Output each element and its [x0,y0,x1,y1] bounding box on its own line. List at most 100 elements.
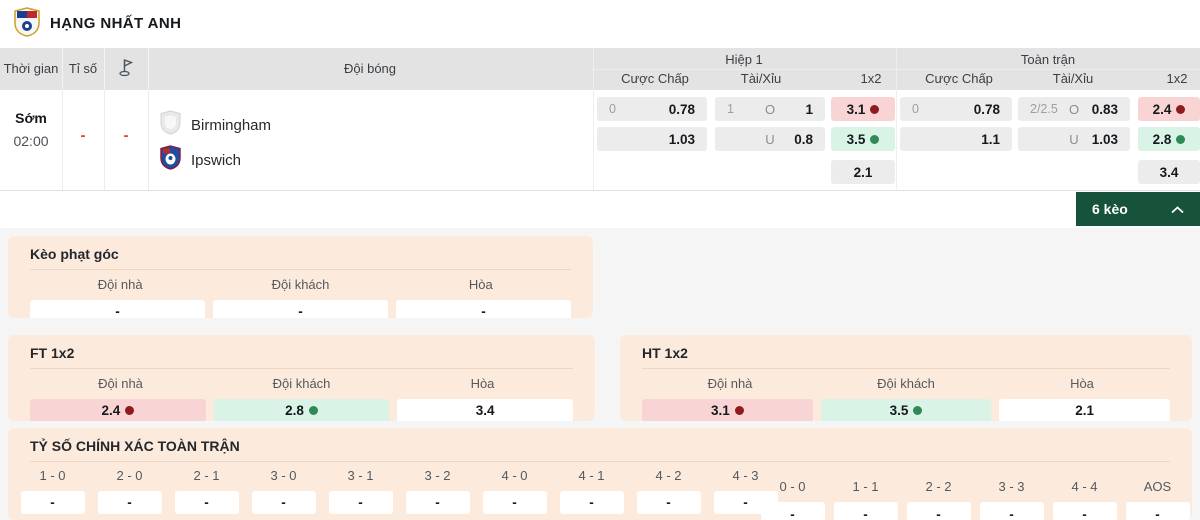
odds-value: - [127,495,132,510]
corners-home-odds[interactable]: - [30,300,205,318]
odds-value: - [1155,506,1160,520]
fh-1x2-home-cell[interactable]: 3.1 [831,97,895,121]
odds-value: - [115,304,120,318]
score-odds[interactable]: - [97,491,162,514]
ft-handicap-home-cell[interactable]: 0 0.78 [900,97,1012,121]
fh-over-cell[interactable]: 1 O 1 [715,97,825,121]
ft-handicap-away-cell[interactable]: 1.1 [900,127,1012,151]
score-column: 4 - 2 - [630,467,707,520]
odds-value: 0.78 [668,101,695,117]
corners-draw-odds[interactable]: - [396,300,571,318]
score-placeholder: - [80,127,86,144]
score-label: 3 - 3 [998,479,1025,494]
ft-under-cell[interactable]: U 1.03 [1018,127,1130,151]
trend-down-dot [870,104,880,114]
score-label: 2 - 0 [116,468,143,483]
ft-away-odds[interactable]: 2.8 [213,399,390,421]
panel-rule [30,269,571,270]
ft-over-cell[interactable]: 2/2.5 O 0.83 [1018,97,1130,121]
subcol-fh-handicap: Cược Chấp [621,71,689,86]
ft-away-header: Đội khách [272,376,331,391]
ht-draw-odds[interactable]: 2.1 [999,399,1171,421]
score-column: 3 - 2 - [399,467,476,520]
score-column: 3 - 3 - [975,478,1048,520]
score-odds[interactable]: - [251,491,316,514]
ft-home-odds[interactable]: 2.4 [30,399,206,421]
score-label: 4 - 1 [578,468,605,483]
odds-value: - [863,506,868,520]
total-line: 2/2.5 [1030,102,1058,116]
corners-panel-title: Kèo phạt góc [30,246,119,262]
score-odds[interactable]: - [482,491,547,514]
ft-1x2-panel: FT 1x2 Đội nhà Đội khách Hòa 2.4 2.8 3.4 [8,335,595,421]
odds-value: 1.03 [668,131,695,147]
odds-value: 3.4 [475,403,495,418]
subcol-fh-over-under: Tài/Xỉu [740,71,782,86]
score-column: 1 - 1 - [829,478,902,520]
score-odds[interactable]: - [833,502,898,520]
score-odds[interactable]: - [1125,502,1190,520]
corner-flag-icon [118,48,135,90]
score-column: 3 - 0 - [245,467,322,520]
divider [62,90,63,190]
ht-away-odds[interactable]: 3.5 [820,399,992,421]
fh-1x2-draw-cell[interactable]: 2.1 [831,160,895,184]
score-odds[interactable]: - [636,491,701,514]
score-odds[interactable]: - [1052,502,1117,520]
league-title: HẠNG NHẤT ANH [50,15,182,32]
divider [593,48,594,190]
divider [104,90,105,190]
ft-home-header: Đội nhà [98,376,143,391]
league-badge-icon [14,7,40,42]
away-team-row[interactable]: Ipswich [160,145,241,175]
score-odds[interactable]: - [760,502,825,520]
odds-value: - [589,495,594,510]
odds-value: 2.8 [1152,131,1172,147]
fh-under-cell[interactable]: U 0.8 [715,127,825,151]
trend-up-dot [308,406,318,415]
trend-up-dot [870,134,880,144]
group-header-full-time: Toàn trận [1020,52,1076,67]
fh-handicap-home-cell[interactable]: 0 0.78 [597,97,707,121]
trend-down-dot [1176,104,1186,114]
score-odds[interactable]: - [906,502,971,520]
expand-markets-button[interactable]: 6 kèo [1076,192,1200,226]
score-odds[interactable]: - [559,491,624,514]
score-label: 1 - 1 [852,479,879,494]
score-odds[interactable]: - [174,491,239,514]
ht-1x2-panel: HT 1x2 Đội nhà Đội khách Hòa 3.1 3.5 2.1 [620,335,1192,421]
ft-1x2-home-cell[interactable]: 2.4 [1138,97,1200,121]
ft-1x2-draw-cell[interactable]: 3.4 [1138,160,1200,184]
ht-home-odds[interactable]: 3.1 [642,399,813,421]
odds-value: 3.4 [1159,164,1179,180]
ft-draw-odds[interactable]: 3.4 [397,399,574,421]
corners-away-odds[interactable]: - [213,300,388,318]
trend-down-dot [734,406,744,415]
score-odds[interactable]: - [20,491,85,514]
odds-value: 3.5 [846,131,866,147]
divider [104,48,105,90]
fh-1x2-away-cell[interactable]: 3.5 [831,127,895,151]
away-team-badge-icon [160,145,181,175]
score-odds[interactable]: - [328,491,393,514]
correct-score-draw-group: 0 - 0 - 1 - 1 - 2 - 2 - 3 - 3 - 4 - 4 - … [756,478,1192,520]
score-odds[interactable]: - [979,502,1044,520]
panel-rule [30,461,1170,462]
odds-value: - [1082,506,1087,520]
odds-value: - [204,495,209,510]
group-header-first-half: Hiệp 1 [725,52,763,67]
odds-value: 1.1 [981,131,1000,147]
score-odds[interactable]: - [405,491,470,514]
over-label: O [1068,101,1080,117]
fh-handicap-away-cell[interactable]: 1.03 [597,127,707,151]
score-column: 2 - 2 - [902,478,975,520]
home-team-row[interactable]: Birmingham [160,110,271,140]
odds-value: - [358,495,363,510]
corners-panel: Kèo phạt góc Đội nhà Đội khách Hòa - - - [8,236,593,318]
odds-value: 2.1 [853,164,873,180]
subcol-ft-1x2: 1x2 [1166,71,1188,86]
score-column: AOS - [1121,478,1192,520]
ft-1x2-away-cell[interactable]: 2.8 [1138,127,1200,151]
col-header-score: Tỉ số [68,61,98,76]
odds-value: 0.8 [794,131,813,147]
